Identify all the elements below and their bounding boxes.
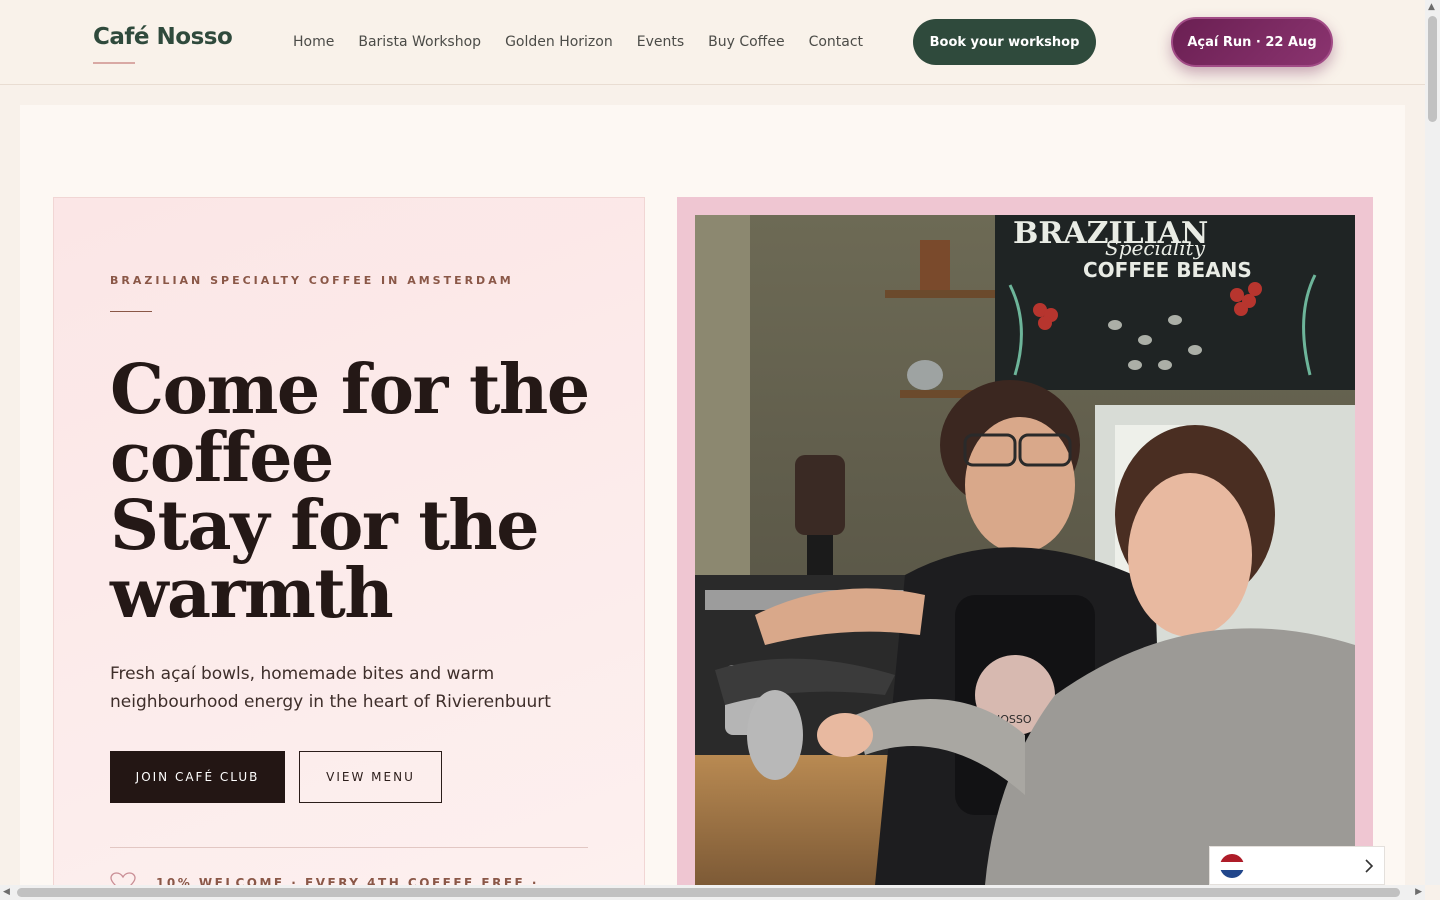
scroll-right-arrow-icon[interactable]: ▶ — [1415, 887, 1422, 897]
vertical-scrollbar[interactable]: ▲ — [1425, 0, 1440, 885]
view-menu-button[interactable]: VIEW MENU — [299, 751, 442, 803]
horizontal-scroll-thumb[interactable] — [17, 888, 1400, 897]
main-nav: Home Barista Workshop Golden Horizon Eve… — [293, 34, 887, 50]
language-switcher[interactable] — [1209, 846, 1385, 885]
nav-item-golden-horizon[interactable]: Golden Horizon — [505, 34, 613, 50]
nav-item-home[interactable]: Home — [293, 34, 334, 50]
horizontal-scrollbar[interactable]: ◀ ▶ — [0, 885, 1425, 900]
site-header: Café Nosso Home Barista Workshop Golden … — [0, 0, 1440, 85]
hero-eyebrow: BRAZILIAN SPECIALTY COFFEE IN AMSTERDAM — [110, 274, 514, 287]
perk-divider — [110, 847, 588, 848]
headline-line-1: Come for the — [110, 350, 590, 430]
join-cafe-club-button[interactable]: JOIN CAFÉ CLUB — [110, 751, 285, 803]
hero-photo: BRAZILIAN Speciality COFFEE BEANS NOSSO — [695, 215, 1355, 885]
hero-subtext: Fresh açaí bowls, homemade bites and war… — [110, 664, 551, 712]
scroll-left-arrow-icon[interactable]: ◀ — [3, 887, 10, 897]
barista-photo-illustration: BRAZILIAN Speciality COFFEE BEANS NOSSO — [695, 215, 1355, 885]
nav-item-barista-workshop[interactable]: Barista Workshop — [358, 34, 481, 50]
nav-item-buy-coffee[interactable]: Buy Coffee — [708, 34, 784, 50]
chevron-right-icon — [1365, 858, 1374, 873]
headline-line-2: coffee — [110, 418, 334, 498]
book-workshop-button[interactable]: Book your workshop — [913, 19, 1096, 65]
netherlands-flag-icon — [1220, 853, 1244, 878]
logo-underline — [93, 62, 135, 64]
hero-headline: Come for the coffee Stay for the warmth — [110, 356, 630, 628]
scroll-up-arrow-icon[interactable]: ▲ — [1428, 2, 1435, 12]
chalkboard-text-3: COFFEE BEANS — [1083, 258, 1252, 282]
headline-line-3: Stay for the — [110, 486, 539, 566]
site-logo[interactable]: Café Nosso — [93, 24, 233, 50]
acai-run-button[interactable]: Açaí Run · 22 Aug — [1171, 17, 1333, 67]
nav-item-events[interactable]: Events — [637, 34, 684, 50]
eyebrow-divider — [110, 311, 152, 312]
nav-item-contact[interactable]: Contact — [809, 34, 863, 50]
headline-line-4: warmth — [110, 554, 394, 634]
chalkboard-text-2: Speciality — [1105, 236, 1206, 260]
vertical-scroll-thumb[interactable] — [1428, 16, 1437, 122]
